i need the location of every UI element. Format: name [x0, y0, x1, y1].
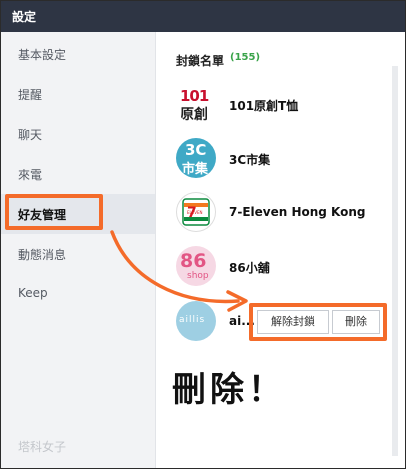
watermark: 塔科女子 [18, 440, 67, 454]
annotation-text: 刪除！ [172, 370, 286, 410]
